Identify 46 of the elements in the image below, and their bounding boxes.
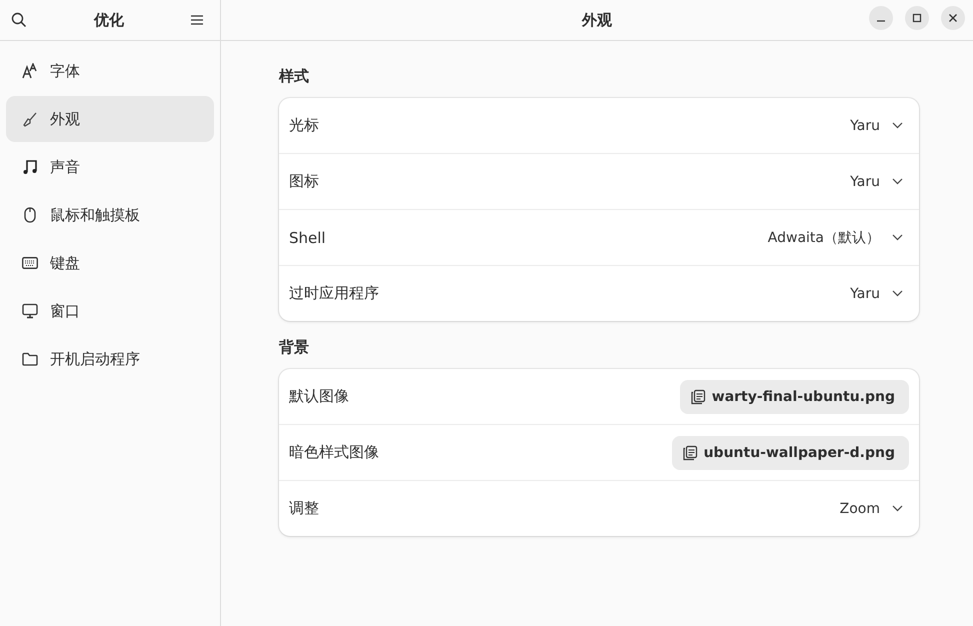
close-button[interactable] [941,6,965,30]
dropdown[interactable]: Yaru [850,174,909,190]
dropdown[interactable]: Yaru [850,118,909,134]
row-label: 图标 [289,172,319,191]
chevron-down-icon [892,505,903,512]
menu-icon[interactable] [191,15,203,25]
documents-icon [690,388,706,404]
row-label: 默认图像 [289,387,349,406]
sidebar-item[interactable]: 外观 [6,96,214,142]
chevron-down-icon [892,290,903,297]
minimize-icon [877,20,885,22]
group-title: 样式 [279,67,310,86]
maximize-button[interactable] [905,6,929,30]
group-title: 背景 [279,338,310,357]
sidebar-title: 优化 [94,10,124,30]
sidebar-item[interactable]: 窗口 [6,288,214,334]
maximize-icon [912,13,922,23]
font-icon [22,63,38,79]
sidebar-item[interactable]: 开机启动程序 [6,336,214,382]
monitor-icon [22,303,38,319]
brush-icon [22,111,38,127]
music-note-icon [22,159,38,175]
chevron-down-icon [892,178,903,185]
documents-icon [682,444,698,460]
dropdown[interactable]: Zoom [840,500,909,516]
keyboard-icon [22,257,38,269]
row-label: 过时应用程序 [289,284,379,303]
chevron-down-icon [892,122,903,129]
dropdown[interactable]: Yaru [850,286,909,302]
file-chooser-button[interactable]: warty-final-ubuntu.png [680,380,909,414]
chevron-down-icon [892,234,903,241]
dropdown[interactable]: Adwaita（默认） [768,228,909,246]
row-label: 调整 [289,499,319,518]
window-title: 外观 [582,10,612,30]
file-chooser-button[interactable]: ubuntu-wallpaper-d.png [672,436,909,470]
mouse-icon [22,207,38,223]
row-label: 光标 [289,116,319,135]
sidebar-item[interactable]: 鼠标和触摸板 [6,192,214,238]
folder-icon [22,352,38,366]
row-label: Shell [289,228,326,246]
row-label: 暗色样式图像 [289,443,379,462]
sidebar-item[interactable]: 字体 [6,48,214,94]
sidebar-item[interactable]: 键盘 [6,240,214,286]
close-icon [948,13,958,23]
search-icon[interactable] [11,12,27,28]
sidebar-item[interactable]: 声音 [6,144,214,190]
